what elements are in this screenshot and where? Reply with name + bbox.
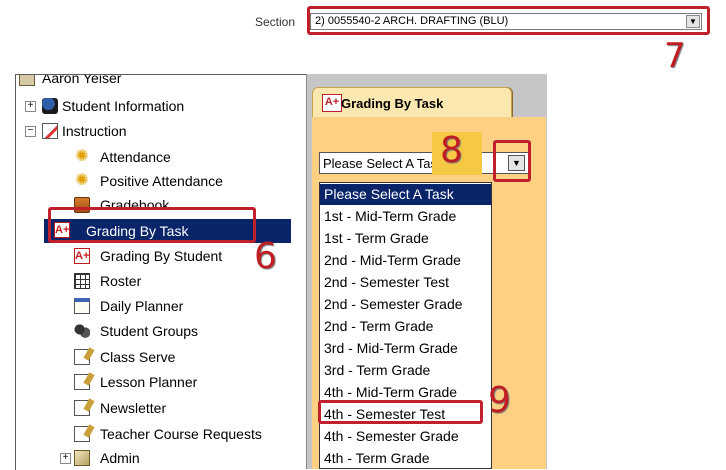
a-plus-icon: A+ [322, 94, 342, 112]
tree-item-label: Student Information [62, 98, 185, 114]
note-icon [74, 426, 90, 442]
expand-icon[interactable]: + [25, 101, 36, 112]
group-icon [74, 323, 90, 339]
dropdown-option[interactable]: 2nd - Mid-Term Grade [320, 250, 491, 271]
dropdown-option[interactable]: 2nd - Term Grade [320, 316, 491, 337]
dropdown-option[interactable]: 1st - Term Grade [320, 228, 491, 249]
admin-icon [74, 450, 90, 466]
calendar-icon [74, 298, 90, 314]
tree-item-label: Newsletter [100, 400, 167, 416]
section-highlight-box [307, 6, 710, 35]
tree-item-label: Lesson Planner [100, 374, 198, 390]
sun-icon: ✺ [75, 172, 89, 189]
roster-icon [74, 273, 90, 289]
annotation-7: 7 [664, 36, 686, 76]
tree-item-label: Student Groups [100, 323, 199, 339]
collapse-icon[interactable]: − [25, 126, 36, 137]
tree-item-label: Grading By Student [100, 248, 223, 264]
note-icon [74, 374, 90, 390]
dropdown-option[interactable]: 2nd - Semester Test [320, 272, 491, 293]
tree-item-label: Positive Attendance [100, 173, 223, 189]
instruction-icon [42, 123, 58, 139]
dropdown-option[interactable]: 1st - Mid-Term Grade [320, 206, 491, 227]
tree-item-label: Roster [100, 273, 142, 289]
tree-item-label: Admin [100, 450, 140, 466]
tree-item-label: Class Serve [100, 349, 176, 365]
dropdown-option[interactable]: 3rd - Mid-Term Grade [320, 338, 491, 359]
tree-item-label: Daily Planner [100, 298, 184, 314]
tab-label: Grading By Task [341, 96, 444, 111]
grading-by-task-highlight-box [48, 207, 256, 243]
sun-icon: ✺ [75, 148, 89, 165]
task-dropdown-value: Please Select A Task [323, 156, 444, 171]
dropdown-option[interactable]: 4th - Semester Grade [320, 426, 491, 447]
a-plus-icon: A+ [74, 248, 90, 264]
note-icon [74, 349, 90, 365]
dropdown-option[interactable]: 4th - Term Grade [320, 448, 491, 468]
dropdown-option[interactable]: Please Select A Task [320, 184, 491, 205]
tree-item-label: Instruction [62, 123, 127, 139]
expand-icon[interactable]: + [60, 453, 71, 464]
semester-test-highlight-box [318, 400, 483, 424]
user-name: Aaron Yeiser [42, 74, 122, 86]
tree-item-label: Teacher Course Requests [100, 426, 262, 442]
dropdown-option[interactable]: 2nd - Semester Grade [320, 294, 491, 315]
annotation-8: 8 [440, 130, 463, 171]
annotation-9: 9 [488, 380, 511, 421]
annotation-6: 6 [254, 236, 277, 277]
dropdown-option[interactable]: 3rd - Term Grade [320, 360, 491, 381]
tree-item-label: Attendance [100, 149, 171, 165]
note-icon [74, 400, 90, 416]
user-icon [19, 75, 35, 86]
task-options-list: Please Select A Task 1st - Mid-Term Grade… [319, 182, 492, 469]
section-label: Section [255, 15, 296, 29]
dropdown-arrow-highlight-box [493, 140, 531, 182]
student-icon [42, 98, 58, 114]
tab-grading-by-task[interactable]: A+ Grading By Task [312, 87, 512, 119]
